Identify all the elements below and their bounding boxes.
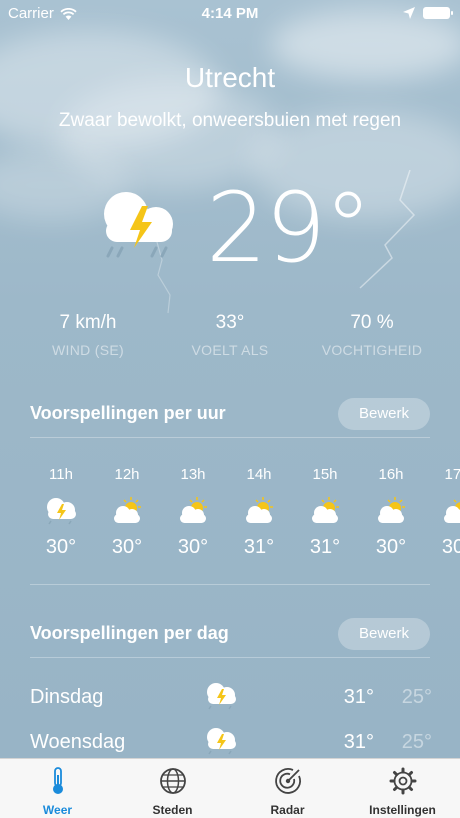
day-name: Woensdag <box>30 731 126 753</box>
tab-radar[interactable]: Radar <box>230 759 345 818</box>
day-high: 31° <box>343 731 374 753</box>
hour-label: 12h <box>114 466 140 483</box>
hourly-edit-button[interactable]: Bewerk <box>338 398 430 430</box>
tab-weer[interactable]: Weer <box>0 759 115 818</box>
tab-label: Weer <box>42 803 73 817</box>
feels-like-label: VOELT ALS <box>191 342 269 358</box>
divider <box>30 584 430 585</box>
hour-label: 16h <box>378 466 404 483</box>
hour-label: 15h <box>312 466 338 483</box>
current-temperature: 29° <box>206 172 372 284</box>
day-low: 25° <box>401 731 432 753</box>
day-row: Dinsdag 31° 25° <box>0 678 460 718</box>
partly-cloudy-icon <box>180 497 207 523</box>
city-name: Utrecht <box>184 62 276 93</box>
day-low: 25° <box>401 686 432 708</box>
daily-edit-button[interactable]: Bewerk <box>338 618 430 650</box>
thunderstorm-icon <box>207 728 236 755</box>
globe-icon <box>159 768 186 794</box>
hour-item: 15h 31° <box>295 466 355 559</box>
radar-icon <box>274 768 301 794</box>
hour-label: 11h <box>49 466 73 483</box>
hour-label: 17h <box>444 466 460 483</box>
hour-item: 17h 30° <box>427 466 460 559</box>
humidity-label: VOCHTIGHEID <box>321 342 423 358</box>
humidity-stat: 70 % VOCHTIGHEID <box>297 312 447 358</box>
thunderstorm-icon <box>47 498 76 525</box>
tab-label: Steden <box>152 803 193 817</box>
battery-icon <box>423 7 453 19</box>
tab-bar: Weer Steden Radar Instellingen <box>0 758 460 818</box>
hour-temperature: 30° <box>177 536 209 558</box>
partly-cloudy-icon <box>246 497 273 523</box>
hour-item: 14h 31° <box>229 466 289 559</box>
status-time: 4:14 PM <box>201 5 259 22</box>
gear-icon <box>389 767 416 795</box>
hour-temperature: 30° <box>111 536 143 558</box>
day-high: 31° <box>343 686 374 708</box>
tab-instellingen[interactable]: Instellingen <box>345 759 460 818</box>
hour-item: 12h 30° <box>97 466 157 559</box>
tab-steden[interactable]: Steden <box>115 759 230 818</box>
hourly-title: Voorspellingen per uur <box>30 403 226 423</box>
current-stats: 7 km/h WIND (SE) 33° VOELT ALS 70 % VOCH… <box>0 312 460 362</box>
hourly-forecast[interactable]: 11h 30° 12h 30° 13h 30° 14h 31° 15h 31° … <box>0 466 460 566</box>
wind-value: 7 km/h <box>59 312 117 333</box>
hour-item: 16h 30° <box>361 466 421 559</box>
partly-cloudy-icon <box>444 499 460 523</box>
hour-item: 11h 30° <box>31 466 91 559</box>
wind-label: WIND (SE) <box>52 342 124 358</box>
hour-temperature: 30° <box>441 536 460 558</box>
hour-temperature: 30° <box>375 536 407 558</box>
day-name: Dinsdag <box>30 686 104 708</box>
daily-title: Voorspellingen per dag <box>30 623 229 643</box>
day-row: Woensdag 31° 25° <box>0 723 460 763</box>
partly-cloudy-icon <box>378 497 405 523</box>
hour-temperature: 31° <box>309 536 341 558</box>
tab-label: Instellingen <box>369 803 436 817</box>
partly-cloudy-icon <box>312 497 339 523</box>
hour-label: 14h <box>246 466 272 483</box>
hour-label: 13h <box>180 466 206 483</box>
thunderstorm-icon <box>104 192 173 258</box>
thunderstorm-icon <box>207 683 236 710</box>
hour-item: 13h 30° <box>163 466 223 559</box>
partly-cloudy-icon <box>114 497 141 523</box>
hour-temperature: 31° <box>243 536 275 558</box>
tab-label: Radar <box>270 803 305 817</box>
weather-condition: Zwaar bewolkt, onweersbuien met regen <box>58 110 402 131</box>
feels-like-stat: 33° VOELT ALS <box>155 312 305 358</box>
location-arrow-icon <box>403 7 415 19</box>
thermometer-icon <box>52 767 63 794</box>
divider <box>30 437 430 438</box>
feels-like-value: 33° <box>215 312 245 333</box>
wind-stat: 7 km/h WIND (SE) <box>13 312 163 358</box>
hour-temperature: 30° <box>45 536 77 558</box>
humidity-value: 70 % <box>350 312 394 333</box>
divider <box>30 657 430 658</box>
status-bar: Carrier 4:14 PM <box>0 0 460 28</box>
